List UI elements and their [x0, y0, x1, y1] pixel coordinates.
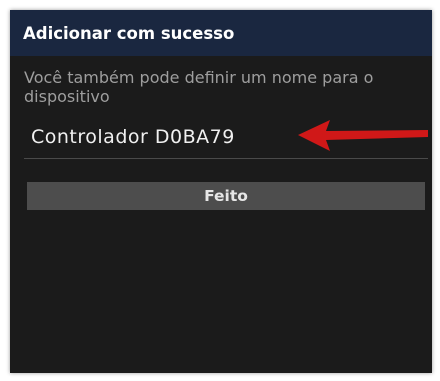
dialog-title: Adicionar com sucesso [23, 23, 235, 43]
add-success-dialog: Adicionar com sucesso Você também pode d… [10, 10, 432, 373]
red-arrow-icon [298, 120, 428, 151]
dialog-header: Adicionar com sucesso [10, 10, 432, 56]
dialog-message: Você também pode definir um nome para o … [24, 68, 374, 106]
done-button[interactable]: Feito [27, 182, 425, 210]
device-name-value[interactable]: Controlador D0BA79 [31, 126, 235, 148]
